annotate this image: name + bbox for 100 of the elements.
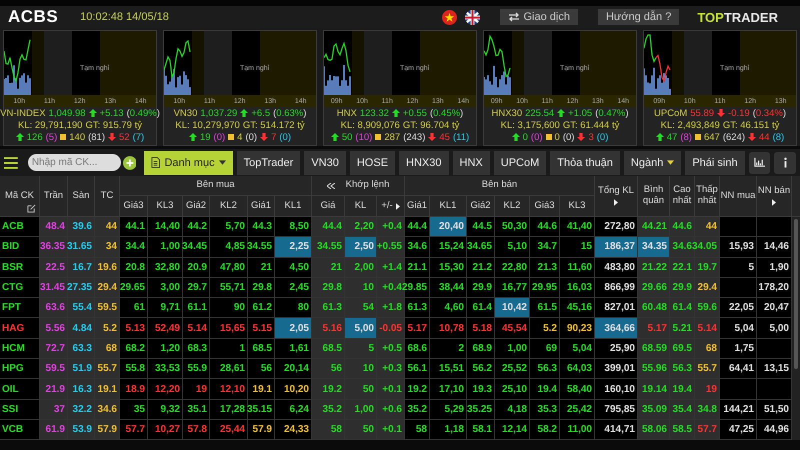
table-cell: 9,71 [148, 298, 183, 318]
table-cell: 10,78 [430, 318, 467, 339]
index-percent: (0.63%) [273, 108, 306, 118]
unchanged-icon [546, 134, 552, 140]
header-label: KL2 [220, 200, 237, 212]
header-label: KL1 [284, 200, 302, 212]
market-tab[interactable]: HOSE [350, 150, 396, 174]
stock-symbol-cell[interactable]: OIL [0, 379, 40, 400]
table-cell: 68.9 [467, 338, 495, 360]
market-tab[interactable]: HNX [452, 150, 490, 174]
header-label: Thấp nhất [695, 185, 719, 207]
down-arrow-icon [577, 133, 586, 141]
table-cell: 55.8 [120, 359, 148, 380]
table-cell: +0.1 [377, 379, 405, 400]
floor-count: (7) [132, 132, 144, 142]
collapse-icon[interactable] [326, 182, 335, 188]
chart-button[interactable] [748, 152, 770, 174]
swap-arrows-icon [508, 12, 520, 22]
table-cell: +0.6 [377, 400, 405, 420]
market-tab[interactable]: UPCoM [494, 150, 546, 174]
table-cell: 28,61 [210, 359, 248, 380]
table-cell: 14,40 [148, 217, 183, 238]
up-arrow-icon [16, 133, 24, 141]
market-tab[interactable]: Ngành [624, 150, 682, 174]
stock-symbol-cell[interactable]: HAG [0, 318, 40, 339]
table-cell: 22.1 [670, 258, 695, 278]
table-cell: 272,80 [595, 217, 638, 238]
header-label: Khớp lệnh [346, 180, 390, 191]
table-cell: 2,25 [275, 237, 312, 258]
table-cell: 54 [345, 298, 377, 318]
turnover-text: GT: 96.704 tỷ [402, 120, 460, 130]
expand-arrow-icon[interactable] [614, 199, 618, 206]
table-cell: 1,61 [275, 338, 312, 360]
scrollbar[interactable] [792, 217, 800, 440]
table-cell: 5.15 [248, 318, 275, 339]
stock-symbol-cell[interactable]: FPT [0, 298, 40, 318]
table-cell: 14,46 [757, 237, 792, 258]
vietnam-flag-icon[interactable] [442, 10, 456, 24]
up-arrow-icon [392, 109, 400, 117]
header-label: Trần [44, 190, 64, 202]
unchanged-count: 647 [704, 132, 720, 142]
market-tab[interactable]: VN30 [304, 150, 346, 174]
table-cell: 19.1 [95, 379, 120, 400]
volume-text: KL: 8,909,076 [340, 120, 400, 130]
table-cell: 5,10 [495, 237, 530, 258]
unchanged-extra-count: (0) [562, 132, 574, 142]
stock-symbol-cell[interactable]: BID [0, 237, 40, 258]
down-arrow-icon [717, 109, 726, 117]
table-cell: 61.9 [40, 420, 68, 440]
stock-symbol-cell[interactable]: HCM [0, 338, 40, 360]
market-tab[interactable]: Danh mục [144, 150, 233, 174]
table-cell: 44.3 [248, 217, 275, 238]
market-tab[interactable]: Thỏa thuận [550, 150, 620, 174]
table-cell: 44 [95, 217, 120, 238]
header-label: Giá1 [250, 200, 272, 212]
expand-arrow-icon[interactable] [396, 202, 400, 210]
table-cell: 19.14 [638, 379, 670, 400]
stock-symbol-cell[interactable]: HPG [0, 359, 40, 380]
table-cell: 68.5 [248, 338, 275, 360]
header-label: Tổng KL [598, 186, 634, 196]
down-arrow-icon [260, 133, 268, 141]
market-tab[interactable]: Phái sinh [685, 150, 745, 174]
edit-icon[interactable] [27, 204, 36, 213]
search-field[interactable]: Nhập mã CK... [28, 154, 121, 171]
expand-arrow-icon[interactable] [772, 199, 776, 206]
volume-text: KL: 29,791,190 [18, 120, 82, 130]
table-cell: 6,24 [275, 400, 312, 420]
stock-symbol-cell[interactable]: SSI [0, 400, 40, 420]
table-cell: 1,00 [345, 400, 377, 420]
table-cell: 5.21 [670, 318, 695, 339]
table-cell: 55.4 [68, 298, 95, 318]
table-cell: 10,27 [148, 420, 183, 440]
market-tab[interactable]: HNX30 [399, 150, 449, 174]
table-cell: 10,20 [275, 379, 312, 400]
stock-symbol-cell[interactable]: CTG [0, 278, 40, 298]
info-button[interactable] [774, 152, 796, 174]
menu-icon[interactable] [4, 156, 18, 168]
table-cell: 61.4 [670, 298, 695, 318]
table-cell: 5.16 [312, 318, 345, 339]
uk-flag-icon[interactable] [464, 10, 480, 24]
stock-symbol-cell[interactable]: VCB [0, 420, 40, 440]
table-cell: 17,10 [430, 379, 467, 400]
table-cell: 33,53 [148, 359, 183, 380]
table-cell: 35.15 [248, 400, 275, 420]
unchanged-icon [228, 134, 234, 140]
table-cell: 69 [530, 338, 560, 360]
table-cell: 29.65 [120, 278, 148, 298]
table-cell: 20.8 [120, 258, 148, 278]
table-cell: 25,42 [560, 400, 595, 420]
table-cell: 55,71 [210, 278, 248, 298]
table-cell: 5.14 [183, 318, 210, 339]
trade-button[interactable]: Giao dịch [500, 9, 578, 25]
market-tab[interactable]: TopTrader [236, 150, 300, 174]
stock-symbol-cell[interactable]: ACB [0, 217, 40, 238]
add-icon[interactable] [122, 156, 136, 170]
index-value: 225.54 [525, 108, 554, 118]
guide-button[interactable]: Hướng dẫn ? [598, 9, 680, 25]
table-cell: 5,04 [560, 338, 595, 360]
table-cell: 9,32 [148, 400, 183, 420]
stock-symbol-cell[interactable]: BSR [0, 258, 40, 278]
